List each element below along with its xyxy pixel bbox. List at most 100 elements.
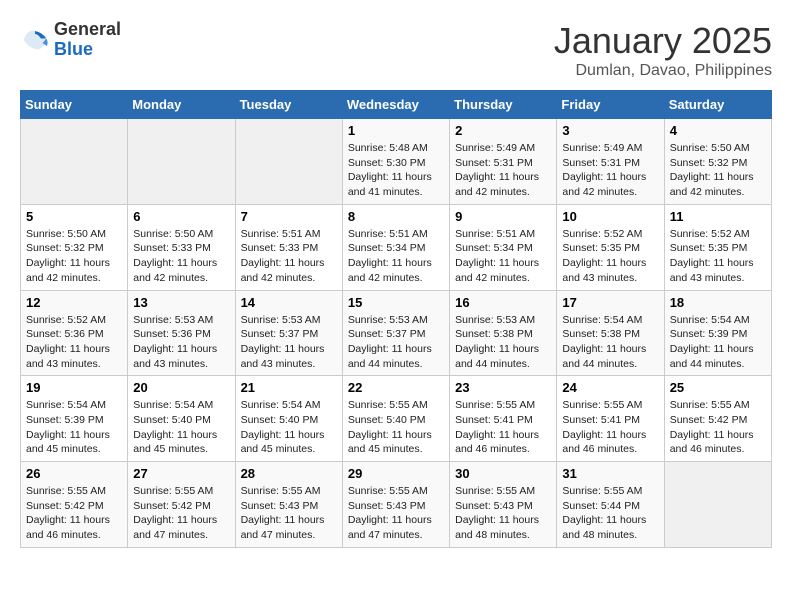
weekday-header-thursday: Thursday — [450, 91, 557, 119]
day-info: Sunrise: 5:50 AMSunset: 5:32 PMDaylight:… — [670, 141, 766, 200]
week-row-4: 19 Sunrise: 5:54 AMSunset: 5:39 PMDayligh… — [21, 376, 772, 462]
day-cell: 28Sunrise: 5:55 AMSunset: 5:43 PMDayligh… — [235, 462, 342, 548]
weekday-header-saturday: Saturday — [664, 91, 771, 119]
day-info: Sunrise: 5:55 AMSunset: 5:40 PMDaylight:… — [348, 398, 444, 457]
day-info: Sunrise: 5:55 AMSunset: 5:41 PMDaylight:… — [562, 398, 658, 457]
day-info: Sunrise: 5:49 AMSunset: 5:31 PMDaylight:… — [562, 141, 658, 200]
day-cell: 27Sunrise: 5:55 AMSunset: 5:42 PMDayligh… — [128, 462, 235, 548]
day-info: Sunrise: 5:53 AMSunset: 5:38 PMDaylight:… — [455, 313, 551, 372]
day-cell: 31 Sunrise: 5:55 AMSunset: 5:44 PMDayligh… — [557, 462, 664, 548]
day-cell: 1 Sunrise: 5:48 AMSunset: 5:30 PMDaylight… — [342, 119, 449, 205]
day-number: 3 — [562, 123, 658, 138]
month-title: January 2025 — [554, 20, 772, 62]
weekday-header-tuesday: Tuesday — [235, 91, 342, 119]
day-cell: 14 Sunrise: 5:53 AMSunset: 5:37 PMDayligh… — [235, 290, 342, 376]
day-number: 16 — [455, 295, 551, 310]
day-cell — [128, 119, 235, 205]
day-cell: 22 Sunrise: 5:55 AMSunset: 5:40 PMDayligh… — [342, 376, 449, 462]
day-number: 18 — [670, 295, 766, 310]
day-info: Sunrise: 5:53 AMSunset: 5:37 PMDaylight:… — [241, 313, 337, 372]
day-info: Sunrise: 5:52 AMSunset: 5:35 PMDaylight:… — [670, 227, 766, 286]
day-info: Sunrise: 5:49 AMSunset: 5:31 PMDaylight:… — [455, 141, 551, 200]
logo: General Blue — [20, 20, 121, 60]
day-info: Sunrise: 5:55 AMSunset: 5:43 PMDaylight:… — [348, 484, 444, 543]
day-info: Sunrise: 5:55 AMSunset: 5:43 PMDaylight:… — [241, 484, 337, 543]
weekday-header-row: SundayMondayTuesdayWednesdayThursdayFrid… — [21, 91, 772, 119]
day-info: Sunrise: 5:54 AMSunset: 5:39 PMDaylight:… — [26, 398, 122, 457]
day-number: 25 — [670, 380, 766, 395]
weekday-header-monday: Monday — [128, 91, 235, 119]
day-number: 30 — [455, 466, 551, 481]
day-info: Sunrise: 5:55 AMSunset: 5:42 PMDaylight:… — [26, 484, 122, 543]
day-cell: 3 Sunrise: 5:49 AMSunset: 5:31 PMDaylight… — [557, 119, 664, 205]
day-info: Sunrise: 5:48 AMSunset: 5:30 PMDaylight:… — [348, 141, 444, 200]
day-cell: 6 Sunrise: 5:50 AMSunset: 5:33 PMDaylight… — [128, 204, 235, 290]
weekday-header-wednesday: Wednesday — [342, 91, 449, 119]
day-info: Sunrise: 5:55 AMSunset: 5:44 PMDaylight:… — [562, 484, 658, 543]
day-number: 5 — [26, 209, 122, 224]
day-info: Sunrise: 5:54 AMSunset: 5:40 PMDaylight:… — [133, 398, 229, 457]
week-row-1: 1 Sunrise: 5:48 AMSunset: 5:30 PMDaylight… — [21, 119, 772, 205]
day-info: Sunrise: 5:53 AMSunset: 5:37 PMDaylight:… — [348, 313, 444, 372]
day-info: Sunrise: 5:55 AMSunset: 5:42 PMDaylight:… — [670, 398, 766, 457]
day-number: 22 — [348, 380, 444, 395]
day-info: Sunrise: 5:51 AMSunset: 5:33 PMDaylight:… — [241, 227, 337, 286]
day-info: Sunrise: 5:50 AMSunset: 5:33 PMDaylight:… — [133, 227, 229, 286]
day-cell: 8Sunrise: 5:51 AMSunset: 5:34 PMDaylight… — [342, 204, 449, 290]
day-cell: 16 Sunrise: 5:53 AMSunset: 5:38 PMDayligh… — [450, 290, 557, 376]
day-cell: 25 Sunrise: 5:55 AMSunset: 5:42 PMDayligh… — [664, 376, 771, 462]
day-info: Sunrise: 5:52 AMSunset: 5:35 PMDaylight:… — [562, 227, 658, 286]
day-number: 23 — [455, 380, 551, 395]
day-number: 26 — [26, 466, 122, 481]
day-cell: 20 Sunrise: 5:54 AMSunset: 5:40 PMDayligh… — [128, 376, 235, 462]
day-number: 9 — [455, 209, 551, 224]
day-number: 2 — [455, 123, 551, 138]
day-info: Sunrise: 5:54 AMSunset: 5:39 PMDaylight:… — [670, 313, 766, 372]
day-number: 11 — [670, 209, 766, 224]
day-cell: 17 Sunrise: 5:54 AMSunset: 5:38 PMDayligh… — [557, 290, 664, 376]
day-info: Sunrise: 5:54 AMSunset: 5:38 PMDaylight:… — [562, 313, 658, 372]
day-cell: 30 Sunrise: 5:55 AMSunset: 5:43 PMDayligh… — [450, 462, 557, 548]
day-cell: 26 Sunrise: 5:55 AMSunset: 5:42 PMDayligh… — [21, 462, 128, 548]
day-number: 19 — [26, 380, 122, 395]
logo-icon — [20, 25, 50, 55]
day-cell: 29 Sunrise: 5:55 AMSunset: 5:43 PMDayligh… — [342, 462, 449, 548]
day-number: 7 — [241, 209, 337, 224]
day-info: Sunrise: 5:52 AMSunset: 5:36 PMDaylight:… — [26, 313, 122, 372]
day-number: 14 — [241, 295, 337, 310]
day-cell: 12Sunrise: 5:52 AMSunset: 5:36 PMDayligh… — [21, 290, 128, 376]
day-number: 1 — [348, 123, 444, 138]
day-info: Sunrise: 5:55 AMSunset: 5:42 PMDaylight:… — [133, 484, 229, 543]
day-info: Sunrise: 5:55 AMSunset: 5:43 PMDaylight:… — [455, 484, 551, 543]
day-cell: 23 Sunrise: 5:55 AMSunset: 5:41 PMDayligh… — [450, 376, 557, 462]
day-number: 31 — [562, 466, 658, 481]
day-number: 13 — [133, 295, 229, 310]
day-info: Sunrise: 5:55 AMSunset: 5:41 PMDaylight:… — [455, 398, 551, 457]
day-cell: 4 Sunrise: 5:50 AMSunset: 5:32 PMDaylight… — [664, 119, 771, 205]
day-cell — [21, 119, 128, 205]
day-number: 15 — [348, 295, 444, 310]
day-info: Sunrise: 5:50 AMSunset: 5:32 PMDaylight:… — [26, 227, 122, 286]
day-number: 24 — [562, 380, 658, 395]
weekday-header-friday: Friday — [557, 91, 664, 119]
day-cell: 18 Sunrise: 5:54 AMSunset: 5:39 PMDayligh… — [664, 290, 771, 376]
day-cell: 2 Sunrise: 5:49 AMSunset: 5:31 PMDaylight… — [450, 119, 557, 205]
weekday-header-sunday: Sunday — [21, 91, 128, 119]
day-cell: 15 Sunrise: 5:53 AMSunset: 5:37 PMDayligh… — [342, 290, 449, 376]
day-number: 4 — [670, 123, 766, 138]
day-number: 20 — [133, 380, 229, 395]
day-cell: 24 Sunrise: 5:55 AMSunset: 5:41 PMDayligh… — [557, 376, 664, 462]
day-number: 17 — [562, 295, 658, 310]
page-header: General Blue January 2025 Dumlan, Davao,… — [20, 20, 772, 80]
day-number: 29 — [348, 466, 444, 481]
week-row-5: 26 Sunrise: 5:55 AMSunset: 5:42 PMDayligh… — [21, 462, 772, 548]
day-number: 21 — [241, 380, 337, 395]
day-cell: 13Sunrise: 5:53 AMSunset: 5:36 PMDayligh… — [128, 290, 235, 376]
day-cell — [235, 119, 342, 205]
title-block: January 2025 Dumlan, Davao, Philippines — [554, 20, 772, 80]
calendar-table: SundayMondayTuesdayWednesdayThursdayFrid… — [20, 90, 772, 548]
day-cell: 10Sunrise: 5:52 AMSunset: 5:35 PMDayligh… — [557, 204, 664, 290]
day-info: Sunrise: 5:51 AMSunset: 5:34 PMDaylight:… — [348, 227, 444, 286]
day-cell — [664, 462, 771, 548]
day-number: 6 — [133, 209, 229, 224]
